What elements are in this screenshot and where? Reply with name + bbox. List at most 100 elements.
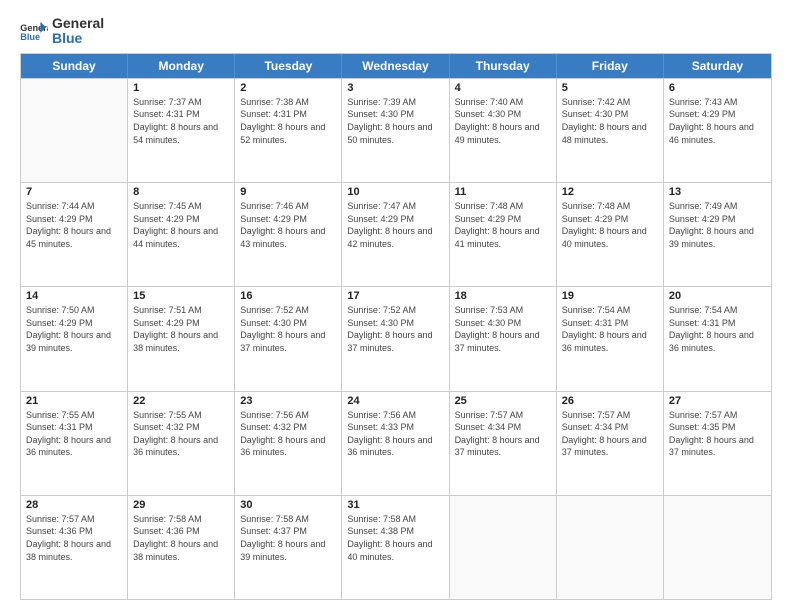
- calendar-cell: 15Sunrise: 7:51 AMSunset: 4:29 PMDayligh…: [128, 287, 235, 390]
- day-number: 20: [669, 290, 766, 302]
- calendar-cell: 2 Sunrise: 7:38 AMSunset: 4:31 PMDaylight…: [235, 79, 342, 182]
- day-number: 22: [133, 395, 229, 407]
- day-info: Sunrise: 7:52 AMSunset: 4:30 PMDaylight:…: [347, 304, 443, 354]
- logo: General Blue General Blue: [20, 16, 104, 47]
- day-info: Sunrise: 7:57 AMSunset: 4:35 PMDaylight:…: [669, 409, 766, 459]
- calendar-cell: 22Sunrise: 7:55 AMSunset: 4:32 PMDayligh…: [128, 392, 235, 495]
- calendar-cell: 31 Sunrise: 7:58 AMSunset: 4:38 PMDayligh…: [342, 496, 449, 599]
- day-info: Sunrise: 7:58 AMSunset: 4:38 PMDaylight:…: [347, 513, 443, 563]
- day-info: Sunrise: 7:48 AMSunset: 4:29 PMDaylight:…: [455, 200, 551, 250]
- calendar-cell: 19 Sunrise: 7:54 AMSunset: 4:31 PMDayligh…: [557, 287, 664, 390]
- calendar-row-1: 7Sunrise: 7:44 AMSunset: 4:29 PMDaylight…: [21, 182, 771, 286]
- calendar-cell: 26Sunrise: 7:57 AMSunset: 4:34 PMDayligh…: [557, 392, 664, 495]
- calendar-cell: [450, 496, 557, 599]
- weekday-header-friday: Friday: [557, 54, 664, 78]
- day-info: Sunrise: 7:49 AMSunset: 4:29 PMDaylight:…: [669, 200, 766, 250]
- calendar-cell: [664, 496, 771, 599]
- day-number: 31: [347, 499, 443, 511]
- day-info: Sunrise: 7:53 AMSunset: 4:30 PMDaylight:…: [455, 304, 551, 354]
- day-info: Sunrise: 7:38 AMSunset: 4:31 PMDaylight:…: [240, 96, 336, 146]
- day-number: 25: [455, 395, 551, 407]
- weekday-header-wednesday: Wednesday: [342, 54, 449, 78]
- day-info: Sunrise: 7:40 AMSunset: 4:30 PMDaylight:…: [455, 96, 551, 146]
- day-info: Sunrise: 7:37 AMSunset: 4:31 PMDaylight:…: [133, 96, 229, 146]
- calendar-cell: 9Sunrise: 7:46 AMSunset: 4:29 PMDaylight…: [235, 183, 342, 286]
- calendar-cell: 21 Sunrise: 7:55 AMSunset: 4:31 PMDayligh…: [21, 392, 128, 495]
- calendar-cell: 3 Sunrise: 7:39 AMSunset: 4:30 PMDaylight…: [342, 79, 449, 182]
- weekday-header-thursday: Thursday: [450, 54, 557, 78]
- calendar-cell: 14 Sunrise: 7:50 AMSunset: 4:29 PMDayligh…: [21, 287, 128, 390]
- calendar-row-4: 28 Sunrise: 7:57 AMSunset: 4:36 PMDayligh…: [21, 495, 771, 599]
- day-info: Sunrise: 7:58 AMSunset: 4:36 PMDaylight:…: [133, 513, 229, 563]
- day-info: Sunrise: 7:50 AMSunset: 4:29 PMDaylight:…: [26, 304, 122, 354]
- day-number: 1: [133, 82, 229, 94]
- day-info: Sunrise: 7:57 AMSunset: 4:36 PMDaylight:…: [26, 513, 122, 563]
- day-info: Sunrise: 7:42 AMSunset: 4:30 PMDaylight:…: [562, 96, 658, 146]
- calendar-row-3: 21 Sunrise: 7:55 AMSunset: 4:31 PMDayligh…: [21, 391, 771, 495]
- calendar-cell: 10Sunrise: 7:47 AMSunset: 4:29 PMDayligh…: [342, 183, 449, 286]
- day-number: 4: [455, 82, 551, 94]
- day-number: 6: [669, 82, 766, 94]
- calendar-cell: 4 Sunrise: 7:40 AMSunset: 4:30 PMDaylight…: [450, 79, 557, 182]
- weekday-header-monday: Monday: [128, 54, 235, 78]
- calendar-cell: 20 Sunrise: 7:54 AMSunset: 4:31 PMDayligh…: [664, 287, 771, 390]
- calendar-row-0: 1 Sunrise: 7:37 AMSunset: 4:31 PMDaylight…: [21, 78, 771, 182]
- calendar-cell: 23 Sunrise: 7:56 AMSunset: 4:32 PMDayligh…: [235, 392, 342, 495]
- calendar-cell: [21, 79, 128, 182]
- calendar-cell: [557, 496, 664, 599]
- weekday-header-tuesday: Tuesday: [235, 54, 342, 78]
- day-number: 10: [347, 186, 443, 198]
- day-info: Sunrise: 7:51 AMSunset: 4:29 PMDaylight:…: [133, 304, 229, 354]
- day-number: 30: [240, 499, 336, 511]
- calendar-cell: 8Sunrise: 7:45 AMSunset: 4:29 PMDaylight…: [128, 183, 235, 286]
- day-number: 14: [26, 290, 122, 302]
- day-info: Sunrise: 7:54 AMSunset: 4:31 PMDaylight:…: [669, 304, 766, 354]
- day-number: 5: [562, 82, 658, 94]
- calendar-cell: 7Sunrise: 7:44 AMSunset: 4:29 PMDaylight…: [21, 183, 128, 286]
- day-info: Sunrise: 7:45 AMSunset: 4:29 PMDaylight:…: [133, 200, 229, 250]
- logo-blue: Blue: [52, 31, 104, 46]
- day-number: 12: [562, 186, 658, 198]
- day-info: Sunrise: 7:55 AMSunset: 4:31 PMDaylight:…: [26, 409, 122, 459]
- day-info: Sunrise: 7:58 AMSunset: 4:37 PMDaylight:…: [240, 513, 336, 563]
- day-number: 24: [347, 395, 443, 407]
- day-info: Sunrise: 7:39 AMSunset: 4:30 PMDaylight:…: [347, 96, 443, 146]
- day-info: Sunrise: 7:48 AMSunset: 4:29 PMDaylight:…: [562, 200, 658, 250]
- day-info: Sunrise: 7:57 AMSunset: 4:34 PMDaylight:…: [455, 409, 551, 459]
- top-area: General Blue General Blue: [20, 16, 772, 47]
- day-number: 27: [669, 395, 766, 407]
- day-number: 23: [240, 395, 336, 407]
- day-number: 17: [347, 290, 443, 302]
- day-number: 9: [240, 186, 336, 198]
- day-info: Sunrise: 7:54 AMSunset: 4:31 PMDaylight:…: [562, 304, 658, 354]
- day-number: 3: [347, 82, 443, 94]
- calendar-cell: 29 Sunrise: 7:58 AMSunset: 4:36 PMDayligh…: [128, 496, 235, 599]
- day-info: Sunrise: 7:44 AMSunset: 4:29 PMDaylight:…: [26, 200, 122, 250]
- calendar-cell: 1 Sunrise: 7:37 AMSunset: 4:31 PMDaylight…: [128, 79, 235, 182]
- weekday-header-saturday: Saturday: [664, 54, 771, 78]
- page: General Blue General Blue SundayMondayTu…: [0, 0, 792, 612]
- day-number: 26: [562, 395, 658, 407]
- logo-icon: General Blue: [20, 20, 48, 42]
- day-info: Sunrise: 7:56 AMSunset: 4:32 PMDaylight:…: [240, 409, 336, 459]
- calendar-row-2: 14 Sunrise: 7:50 AMSunset: 4:29 PMDayligh…: [21, 286, 771, 390]
- day-number: 28: [26, 499, 122, 511]
- day-number: 2: [240, 82, 336, 94]
- calendar-header: SundayMondayTuesdayWednesdayThursdayFrid…: [21, 54, 771, 78]
- calendar-cell: 28 Sunrise: 7:57 AMSunset: 4:36 PMDayligh…: [21, 496, 128, 599]
- day-number: 29: [133, 499, 229, 511]
- day-number: 21: [26, 395, 122, 407]
- calendar: SundayMondayTuesdayWednesdayThursdayFrid…: [20, 53, 772, 600]
- day-info: Sunrise: 7:52 AMSunset: 4:30 PMDaylight:…: [240, 304, 336, 354]
- day-number: 19: [562, 290, 658, 302]
- calendar-cell: 24 Sunrise: 7:56 AMSunset: 4:33 PMDayligh…: [342, 392, 449, 495]
- calendar-body: 1 Sunrise: 7:37 AMSunset: 4:31 PMDaylight…: [21, 78, 771, 599]
- calendar-cell: 17 Sunrise: 7:52 AMSunset: 4:30 PMDayligh…: [342, 287, 449, 390]
- day-info: Sunrise: 7:43 AMSunset: 4:29 PMDaylight:…: [669, 96, 766, 146]
- calendar-cell: 25 Sunrise: 7:57 AMSunset: 4:34 PMDayligh…: [450, 392, 557, 495]
- calendar-cell: 27 Sunrise: 7:57 AMSunset: 4:35 PMDayligh…: [664, 392, 771, 495]
- day-info: Sunrise: 7:56 AMSunset: 4:33 PMDaylight:…: [347, 409, 443, 459]
- calendar-cell: 6 Sunrise: 7:43 AMSunset: 4:29 PMDaylight…: [664, 79, 771, 182]
- calendar-cell: 16Sunrise: 7:52 AMSunset: 4:30 PMDayligh…: [235, 287, 342, 390]
- calendar-cell: 11Sunrise: 7:48 AMSunset: 4:29 PMDayligh…: [450, 183, 557, 286]
